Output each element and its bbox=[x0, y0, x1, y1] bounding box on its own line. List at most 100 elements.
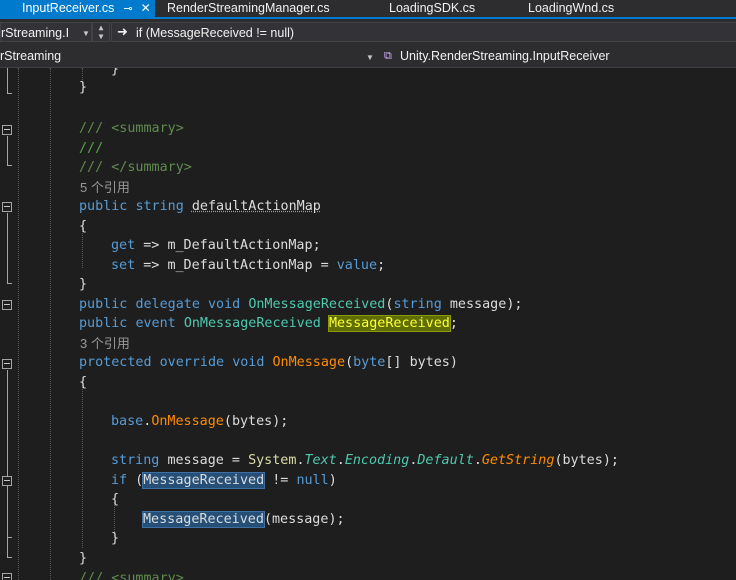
type-token: Encoding bbox=[344, 453, 410, 468]
code-line: } bbox=[111, 531, 120, 546]
keyword-token: string bbox=[135, 199, 184, 214]
collapse-icon[interactable] bbox=[2, 202, 12, 212]
keyword-token: string bbox=[111, 453, 160, 468]
method-token: OnMessage bbox=[272, 355, 346, 370]
close-icon[interactable]: ✕ bbox=[141, 0, 151, 17]
scope-dropdown-value: rStreaming bbox=[0, 49, 62, 63]
fold-end bbox=[7, 283, 12, 284]
code-line: } bbox=[111, 68, 120, 77]
class-dropdown[interactable]: ⧉ Unity.RenderStreaming.InputReceiver bbox=[379, 46, 736, 67]
keyword-token: null bbox=[296, 473, 329, 488]
keyword-token: void bbox=[208, 297, 241, 312]
navigation-bar-top: rStreaming.I ▼ ▲ ▼ ➜ if (MessageReceived… bbox=[0, 19, 736, 46]
collapse-icon[interactable] bbox=[2, 125, 12, 135]
codelens-references[interactable]: 5 个引用 bbox=[80, 178, 130, 198]
document-tab-strip: InputReceiver.cs ⊸ ✕ RenderStreamingManage… bbox=[0, 0, 736, 19]
code-line-doc-comment: /// <summary> bbox=[79, 569, 184, 580]
keyword-token: protected bbox=[79, 355, 152, 370]
pin-icon[interactable]: ⊸ bbox=[123, 1, 132, 18]
codelens-references[interactable]: 3 个引用 bbox=[80, 334, 130, 354]
keyword-token: event bbox=[135, 316, 176, 331]
namespace-token: System bbox=[248, 453, 297, 468]
code-line-doc-comment: /// </summary> bbox=[79, 158, 192, 178]
navigation-bar-scope: rStreaming ▼ ⧉ Unity.RenderStreaming.Inp… bbox=[0, 46, 736, 68]
comment-token: /// bbox=[79, 121, 104, 136]
identifier-token: bytes bbox=[562, 453, 603, 468]
tab-label: RenderStreamingManager.cs bbox=[167, 1, 330, 15]
project-dropdown-value: rStreaming.I bbox=[1, 26, 70, 40]
identifier-token: message bbox=[167, 453, 224, 468]
class-icon: ⧉ bbox=[384, 50, 392, 62]
identifier-token: defaultActionMap bbox=[191, 199, 321, 214]
code-line: } bbox=[79, 80, 88, 95]
scope-dropdown[interactable]: rStreaming ▼ bbox=[0, 46, 378, 67]
property-token: Default bbox=[417, 453, 474, 468]
namespace-token: Text bbox=[304, 453, 337, 468]
code-line: protected override void OnMessage(byte[]… bbox=[79, 355, 458, 370]
comment-token: <summary> bbox=[111, 571, 184, 580]
fold-line bbox=[7, 213, 8, 283]
keyword-token: if bbox=[111, 473, 128, 488]
comment-token: /// bbox=[79, 160, 104, 175]
fold-end bbox=[7, 557, 12, 558]
code-line: public delegate void OnMessageReceived(s… bbox=[79, 297, 523, 312]
keyword-token: public bbox=[79, 199, 128, 214]
code-editor[interactable]: } } /// <summary> /// /// </summary> 5 个… bbox=[0, 68, 736, 580]
keyword-token: value bbox=[336, 258, 378, 273]
chevron-down-icon: ▼ bbox=[98, 32, 104, 41]
identifier-token: message bbox=[449, 297, 507, 312]
indent-guide bbox=[18, 68, 19, 580]
dropdown-spinner[interactable]: ▲ ▼ bbox=[92, 22, 110, 42]
collapse-icon[interactable] bbox=[2, 359, 12, 369]
fold-end bbox=[7, 537, 12, 538]
type-token: OnMessageReceived bbox=[183, 316, 321, 331]
code-line-doc-comment: /// bbox=[79, 139, 103, 159]
fold-line bbox=[7, 136, 8, 165]
collapse-icon[interactable] bbox=[2, 300, 12, 310]
tab-label: InputReceiver.cs bbox=[22, 1, 115, 15]
keyword-token: public bbox=[79, 316, 128, 331]
tab-label: LoadingWnd.cs bbox=[528, 1, 615, 15]
tab-label: LoadingSDK.cs bbox=[389, 1, 476, 15]
code-line: string message = System.Text.Encoding.De… bbox=[111, 453, 619, 468]
keyword-token: get bbox=[111, 238, 136, 253]
chevron-down-icon: ▼ bbox=[82, 29, 90, 38]
member-dropdown-value: if (MessageReceived != null) bbox=[136, 26, 295, 40]
fold-end bbox=[7, 165, 12, 166]
highlighted-identifier: MessageReceived bbox=[327, 315, 451, 332]
identifier-token: message bbox=[272, 512, 329, 527]
chevron-up-icon: ▲ bbox=[98, 23, 104, 32]
identifier-token: m_DefaultActionMap bbox=[167, 258, 313, 273]
indent-guide bbox=[50, 68, 51, 580]
fold-end bbox=[7, 93, 12, 94]
code-line: { bbox=[79, 375, 88, 390]
code-line: } bbox=[79, 551, 88, 566]
identifier-token: bytes bbox=[409, 355, 450, 370]
highlighted-identifier: MessageReceived bbox=[142, 472, 266, 489]
comment-token: /// bbox=[79, 571, 104, 580]
identifier-token: m_DefaultActionMap bbox=[167, 238, 313, 253]
keyword-token: delegate bbox=[135, 297, 200, 312]
type-token: OnMessageReceived bbox=[248, 297, 386, 312]
keyword-token: public bbox=[79, 297, 128, 312]
code-line: { bbox=[79, 219, 88, 234]
code-line: if (MessageReceived != null) bbox=[111, 472, 337, 489]
code-line: base.OnMessage(bytes); bbox=[111, 414, 289, 429]
code-line: get => m_DefaultActionMap; bbox=[111, 238, 321, 253]
code-line: { bbox=[111, 492, 120, 507]
code-line-doc-comment: /// <summary> bbox=[79, 119, 184, 139]
method-token: GetString bbox=[481, 453, 555, 468]
keyword-token: base bbox=[111, 414, 144, 429]
keyword-token: override bbox=[159, 355, 225, 370]
fold-line bbox=[7, 487, 8, 537]
comment-token: <summary> bbox=[111, 121, 184, 136]
arrow-right-icon: ➜ bbox=[117, 25, 128, 40]
collapse-icon[interactable] bbox=[2, 573, 12, 580]
method-token: OnMessage bbox=[151, 414, 224, 429]
code-line: MessageReceived(message); bbox=[142, 511, 345, 528]
keyword-token: byte bbox=[353, 355, 386, 370]
comment-token: </summary> bbox=[111, 160, 192, 175]
member-dropdown[interactable]: ➜ if (MessageReceived != null) bbox=[111, 22, 736, 42]
project-dropdown[interactable]: rStreaming.I ▼ bbox=[0, 22, 92, 42]
collapse-icon[interactable] bbox=[2, 476, 12, 486]
